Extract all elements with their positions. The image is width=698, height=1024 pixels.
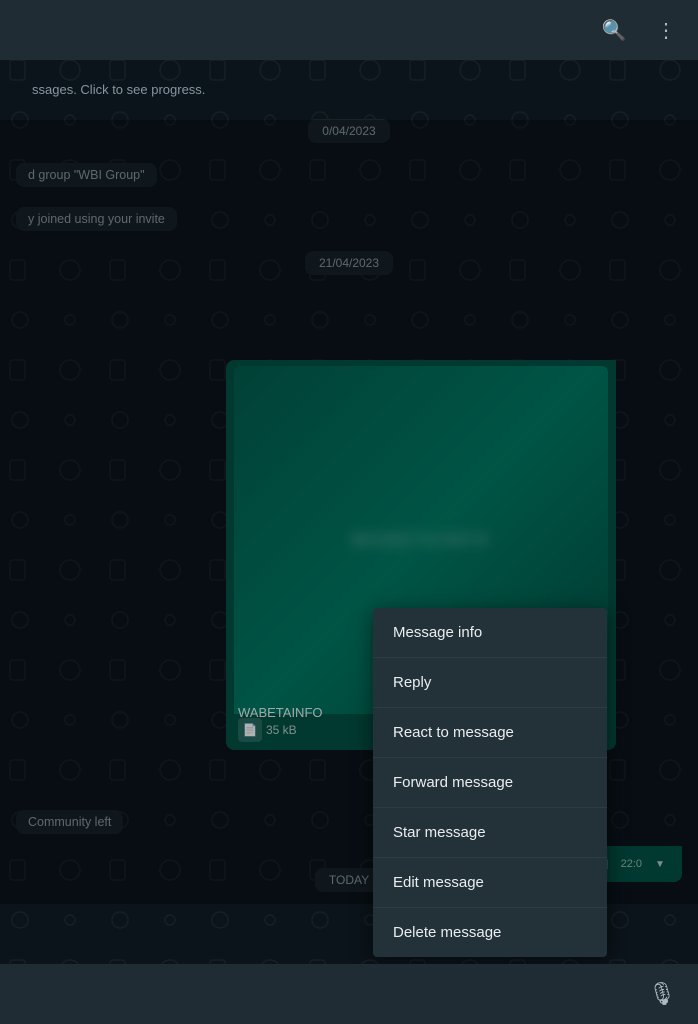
sync-message-row: ssages. Click to see progress. — [0, 70, 698, 109]
header-bar: 🔍 ⋮ — [0, 0, 698, 60]
chat-area: ssages. Click to see progress. 0/04/2023… — [0, 60, 698, 964]
context-menu: Message info Reply React to message Forw… — [373, 608, 607, 957]
bottom-bar: 🎙 — [0, 964, 698, 1024]
menu-item-star[interactable]: Star message — [373, 808, 607, 858]
menu-item-edit[interactable]: Edit message — [373, 858, 607, 908]
more-options-icon[interactable]: ⋮ — [650, 14, 682, 46]
search-icon[interactable]: 🔍 — [598, 14, 630, 46]
menu-item-reply[interactable]: Reply — [373, 658, 607, 708]
menu-item-react[interactable]: React to message — [373, 708, 607, 758]
menu-item-message-info[interactable]: Message info — [373, 608, 607, 658]
menu-item-delete[interactable]: Delete message — [373, 908, 607, 957]
sync-message: ssages. Click to see progress. — [16, 74, 221, 105]
mic-icon[interactable]: 🎙 — [642, 974, 682, 1014]
menu-item-forward[interactable]: Forward message — [373, 758, 607, 808]
